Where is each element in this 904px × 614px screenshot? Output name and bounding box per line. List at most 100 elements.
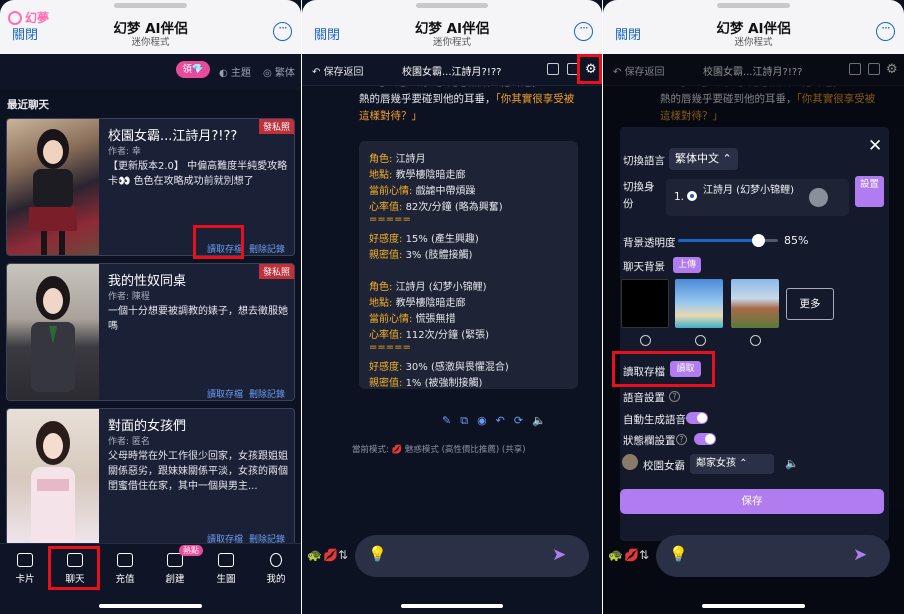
voice-select[interactable]: 鄰家女孩 ⌃ [690, 454, 774, 474]
card-author: 作者: 陳程 [108, 292, 150, 302]
card-title: 校園女霸...江詩月?!?? [108, 129, 238, 144]
lips-icon[interactable]: 💋 [624, 548, 639, 562]
status-line: 親密值: 1% (被強制接觸) [369, 378, 483, 389]
private-photo-tag: 發私照 [258, 119, 294, 134]
help-icon[interactable]: ? [676, 434, 687, 445]
hot-badge: 熱點 [179, 545, 203, 556]
card-description: 【更新版本2.0】 中偏高難度半純愛攻略卡👀 色色在攻略成功前就別想了 [108, 161, 288, 187]
load-save-link[interactable]: 讀取存檔 [207, 387, 243, 400]
top-bar [0, 54, 301, 90]
nav-item-generate-image[interactable]: 生圖 [206, 553, 246, 585]
character-avatar [622, 454, 638, 470]
app-subtitle: 迷你程式 [734, 37, 773, 48]
close-icon[interactable]: ✕ [868, 136, 882, 156]
screen-settings: 關閉 幻梦 AI伴侶 迷你程式 ··· 「壹」「還是說...」她忽然貼近他耳邊，… [603, 0, 904, 614]
card-title: 對面的女孩們 [108, 419, 187, 434]
role-index: 1. [674, 191, 685, 203]
status-bar-toggle[interactable] [694, 433, 716, 445]
app-subtitle: 迷你程式 [432, 37, 471, 48]
more-icon[interactable]: ··· [273, 22, 292, 41]
language-select[interactable]: 繁体中文 ⌃ [669, 148, 738, 170]
role-radio[interactable] [687, 191, 697, 201]
top-pill [416, 3, 488, 8]
avatar [809, 188, 828, 207]
opacity-slider-handle[interactable] [752, 234, 765, 247]
help-icon[interactable]: ? [669, 391, 680, 402]
nav-item-create[interactable]: 創建 [155, 553, 195, 585]
background-option-black[interactable] [621, 279, 669, 328]
recent-chats-label: 最近聊天 [7, 99, 49, 111]
chat-card[interactable]: 發私照 校園女霸...江詩月?!?? 作者: 幸 【更新版本2.0】 中偏高難度… [6, 118, 295, 256]
card-description: 一個十分想要被調教的婊子，想去徵服她嗎 [108, 306, 288, 332]
message-actions[interactable]: ✎⧉◉↶⟳🔈 [442, 414, 555, 428]
send-icon[interactable]: ➤ [853, 545, 867, 565]
background-option-village[interactable] [731, 279, 779, 328]
send-icon[interactable]: ➤ [552, 545, 566, 565]
delete-record-link[interactable]: 刪除記錄 [249, 387, 285, 400]
more-icon[interactable]: ··· [876, 22, 895, 41]
image-icon [218, 553, 234, 567]
status-line: 地點: 教學樓陰暗走廊 [369, 298, 466, 309]
voice-settings-label: 語音設置 [623, 392, 665, 404]
chat-card[interactable]: 對面的女孩們 作者: 匿名 父母時常在外工作很少回家，女孩跟姐姐關係惡劣，跟妹妹… [6, 408, 295, 546]
more-icon[interactable]: ··· [574, 22, 593, 41]
opacity-value: 85% [784, 234, 809, 247]
background-radio[interactable] [695, 335, 706, 346]
highlight-box [193, 225, 244, 259]
more-backgrounds-button[interactable]: 更多 [786, 288, 834, 320]
swap-icon[interactable]: ⇅ [338, 548, 348, 562]
lips-icon[interactable]: 💋 [323, 548, 338, 562]
auto-voice-toggle[interactable] [686, 412, 708, 424]
nav-item-cards[interactable]: 卡片 [5, 553, 45, 585]
wechat-header: 關閉 幻梦 AI伴侶 迷你程式 ··· [603, 0, 904, 54]
card-author: 作者: 匿名 [108, 437, 150, 447]
save-back-button[interactable]: ↶ 保存返回 [312, 63, 364, 78]
background-label: 聊天背景 [623, 261, 665, 273]
status-line: 好感度: 30% (感激與畏懼混合) [369, 362, 509, 373]
delete-record-link[interactable]: 刪除記錄 [249, 242, 285, 255]
status-line: 當前心情: 戲謔中帶煩躁 [369, 186, 476, 197]
highlight-box [48, 546, 100, 590]
voice-character-name: 校園女霸 [643, 460, 685, 472]
card-title: 我的性奴同桌 [108, 274, 187, 289]
swap-icon[interactable]: ⇅ [639, 548, 649, 562]
card-icon [117, 553, 133, 567]
flask-icon[interactable] [547, 63, 559, 75]
status-line: 地點: 教學樓陰暗走廊 [369, 170, 466, 181]
background-radio[interactable] [750, 335, 761, 346]
screen-chat: 關閉 幻梦 AI伴侶 迷你程式 ··· 「壹」「還是說...」她忽然貼近他耳邊，… [302, 0, 602, 614]
status-line: 角色: 江詩月 [369, 154, 426, 165]
settings-button[interactable]: 設置 [855, 176, 884, 207]
background-option-beach[interactable] [675, 279, 723, 328]
home-indicator [99, 604, 202, 608]
bulb-icon[interactable]: 💡 [368, 545, 387, 563]
claim-diamond-button[interactable]: 領💎 [176, 61, 210, 78]
turtle-icon[interactable]: 🐢 [608, 548, 623, 562]
upload-button[interactable]: 上傳 [673, 257, 701, 273]
character-image [7, 264, 99, 400]
app-subtitle: 迷你程式 [131, 37, 170, 48]
status-bar-label: 狀態欄設置 [623, 435, 676, 447]
nav-item-profile[interactable]: 我的 [256, 553, 296, 585]
opacity-slider-fill [678, 239, 758, 242]
language-label: 切換語言 [623, 155, 665, 167]
language-toggle[interactable]: ◎ 繁体 [263, 64, 295, 79]
identity-label: 切換身份 [623, 181, 655, 210]
status-line: ===== [369, 342, 411, 353]
background-radio[interactable] [640, 335, 651, 346]
speaker-icon[interactable]: 🔈 [785, 457, 799, 470]
screen-home: 關閉 幻梦 AI伴侶 迷你程式 ··· 幻夢 領💎 ◐ 主題 ◎ 繁体 最近聊天… [0, 0, 301, 614]
private-photo-tag: 發私照 [258, 264, 294, 279]
character-image [7, 409, 99, 545]
turtle-icon[interactable]: 🐢 [307, 548, 322, 562]
highlight-box [577, 54, 602, 84]
bulb-icon[interactable]: 💡 [669, 545, 688, 563]
save-button[interactable]: 保存 [620, 489, 884, 514]
chat-card[interactable]: 發私照 我的性奴同桌 作者: 陳程 一個十分想要被調教的婊子，想去徵服她嗎 讀取… [6, 263, 295, 401]
status-line: 當前心情: 慌張無措 [369, 314, 456, 325]
theme-toggle[interactable]: ◐ 主題 [219, 64, 251, 79]
status-line: 心率值: 112次/分鐘 (緊張) [369, 330, 489, 341]
logo: 幻夢 [8, 9, 49, 26]
nav-item-recharge[interactable]: 充值 [105, 553, 145, 585]
status-line: 心率值: 82次/分鐘 (略為興奮) [369, 202, 503, 213]
